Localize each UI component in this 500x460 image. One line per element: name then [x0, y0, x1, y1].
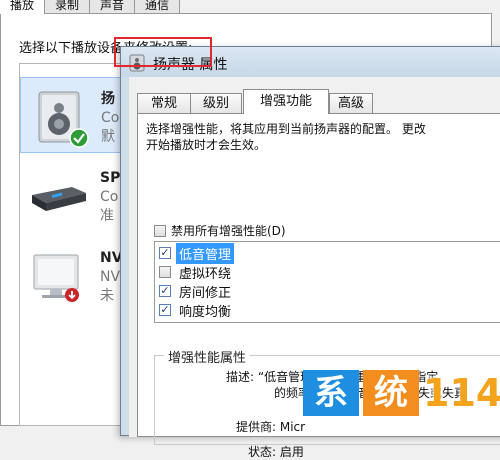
enhancement-status: 状态: 启用: [248, 445, 304, 459]
enhancement-checkbox[interactable]: ✓: [159, 304, 171, 316]
enhancement-label: 房间修正: [179, 285, 232, 301]
device-sub1: Co: [100, 189, 119, 205]
enhancements-description: 选择增强性能，将其应用到当前扬声器的配置。 更改 开始播放时才会生效。: [146, 121, 500, 153]
list-item-loudness-equalization[interactable]: ✓ 响度均衡: [159, 301, 234, 320]
device-name: 扬: [101, 91, 115, 107]
device-text-spdif: SP Co 准: [100, 169, 120, 226]
default-check-icon: [69, 128, 89, 148]
description-line-2: 开始播放时才会生效。: [146, 138, 267, 152]
device-sub1: Co: [101, 110, 120, 126]
device-item-spdif[interactable]: SP Co 准: [20, 157, 130, 233]
description-line-1: 选择增强性能，将其应用到当前扬声器的配置。 更改: [146, 122, 426, 136]
enhancement-properties-title: 增强性能属性: [164, 347, 251, 366]
tab-playback[interactable]: 播放: [0, 0, 46, 14]
spdif-device-icon: [32, 187, 86, 211]
enhancement-label: 低音管理: [176, 242, 235, 264]
device-item-speakers[interactable]: 扬 Co 默: [20, 77, 130, 153]
disable-all-label: 禁用所有增强性能(D): [171, 224, 286, 238]
device-item-nvidia[interactable]: NV NV 未: [20, 237, 130, 313]
sound-window-tabs: 播放 录制 声音 通信: [0, 0, 181, 14]
device-sub2: 默: [101, 129, 115, 145]
watermark-char-1: 系: [303, 370, 359, 416]
enhancement-checkbox[interactable]: ✓: [159, 247, 171, 259]
enhancement-checkbox[interactable]: [159, 266, 171, 278]
playback-device-list[interactable]: 扬 Co 默 SP Co 准 NV NV 未: [19, 63, 130, 426]
tab-general[interactable]: 常规: [137, 93, 191, 113]
watermark-logo: 系 统 114: [303, 370, 500, 416]
tab-sounds[interactable]: 声音: [89, 0, 136, 14]
tab-highlight-box: [114, 37, 212, 67]
tab-advanced[interactable]: 高级: [329, 93, 373, 113]
device-text-speakers: 扬 Co 默: [101, 90, 119, 147]
watermark-number: 114: [423, 371, 500, 415]
disable-all-checkbox[interactable]: [154, 224, 166, 237]
list-item-bass-management[interactable]: ✓ 低音管理: [159, 242, 235, 264]
tab-levels[interactable]: 级别: [190, 93, 242, 113]
device-name: SP: [100, 170, 121, 186]
tab-recording[interactable]: 录制: [44, 0, 91, 14]
nvidia-monitor-icon: [33, 254, 79, 298]
device-sub2: 准: [100, 208, 114, 224]
enhancement-checkbox[interactable]: ✓: [159, 285, 171, 297]
enhancement-label: 响度均衡: [179, 304, 232, 320]
tab-enhancements[interactable]: 增强功能: [243, 89, 329, 114]
disconnected-arrow-icon: [65, 288, 79, 302]
watermark-char-2: 统: [363, 370, 419, 416]
list-item-room-correction[interactable]: ✓ 房间修正: [159, 282, 234, 301]
enhancements-list[interactable]: ✓ 低音管理 虚拟环绕 ✓ 房间修正 ✓ 响度均衡: [154, 241, 500, 323]
tab-communications[interactable]: 通信: [134, 0, 181, 14]
disable-all-enhancements[interactable]: 禁用所有增强性能(D): [154, 222, 286, 239]
enhancement-label: 虚拟环绕: [179, 266, 232, 282]
enhancement-provider: 提供商: Micr: [236, 420, 306, 434]
list-item-virtual-surround[interactable]: 虚拟环绕: [159, 263, 234, 282]
